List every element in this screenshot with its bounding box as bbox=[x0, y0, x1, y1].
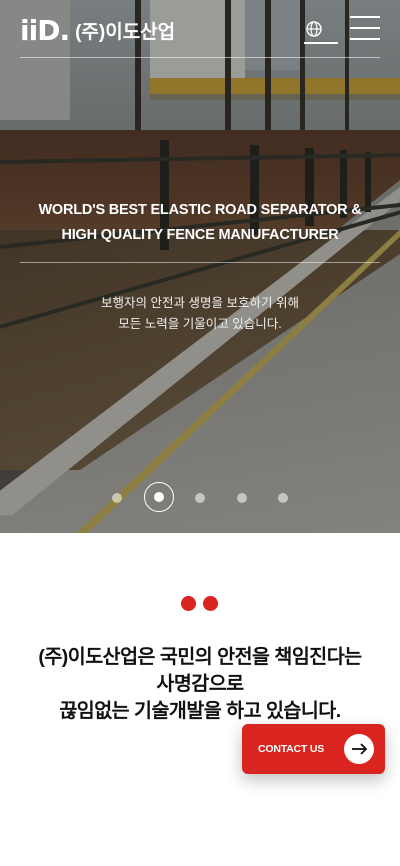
hero-title-line: WORLD'S BEST ELASTIC ROAD SEPARATOR & bbox=[38, 202, 362, 218]
language-underline bbox=[304, 42, 338, 44]
slider-dot[interactable] bbox=[112, 493, 122, 503]
menu-icon bbox=[350, 27, 380, 29]
logo-mark: iiD. bbox=[20, 14, 70, 47]
accent-dots bbox=[181, 596, 221, 611]
contact-us-button[interactable]: CONTACT US bbox=[242, 724, 385, 774]
header-divider bbox=[20, 57, 380, 58]
company-name: (주)이도산업 bbox=[75, 22, 176, 43]
slider-pagination bbox=[0, 482, 400, 512]
hero-overlay bbox=[0, 0, 400, 533]
menu-icon bbox=[350, 16, 380, 18]
accent-dot bbox=[203, 596, 218, 611]
mission-statement: (주)이도산업은 국민의 안전을 책임진다는 사명감으로 끊임없는 기술개발을 … bbox=[0, 644, 400, 725]
hero-title-line: HIGH QUALITY FENCE MANUFACTURER bbox=[61, 227, 339, 243]
hero-banner: iiD. (주)이도산업 WORLD'S BEST ELASTIC ROAD S… bbox=[0, 0, 400, 533]
arrow-right-icon bbox=[344, 734, 374, 764]
slider-dot[interactable] bbox=[237, 493, 247, 503]
mission-line: (주)이도산업은 국민의 안전을 책임진다는 bbox=[38, 646, 362, 668]
site-logo[interactable]: iiD. (주)이도산업 bbox=[20, 14, 175, 47]
menu-icon bbox=[350, 38, 380, 40]
accent-dot bbox=[181, 596, 196, 611]
slider-dot[interactable] bbox=[278, 493, 288, 503]
globe-icon bbox=[306, 21, 322, 37]
hero-divider bbox=[20, 262, 380, 263]
hero-subtitle-line: 보행자의 안전과 생명을 보호하기 위해 bbox=[101, 296, 299, 310]
mission-line: 사명감으로 bbox=[156, 673, 244, 695]
hero-subtitle-line: 모든 노력을 기울이고 있습니다. bbox=[118, 317, 282, 331]
hero-subtitle: 보행자의 안전과 생명을 보호하기 위해 모든 노력을 기울이고 있습니다. bbox=[0, 293, 400, 335]
mission-line: 끊임없는 기술개발을 하고 있습니다. bbox=[59, 700, 341, 722]
slider-dot-active[interactable] bbox=[154, 492, 164, 502]
slider-dot[interactable] bbox=[195, 493, 205, 503]
menu-button[interactable] bbox=[350, 16, 380, 40]
contact-us-label: CONTACT US bbox=[258, 743, 325, 755]
hero-title: WORLD'S BEST ELASTIC ROAD SEPARATOR & HI… bbox=[0, 198, 400, 248]
